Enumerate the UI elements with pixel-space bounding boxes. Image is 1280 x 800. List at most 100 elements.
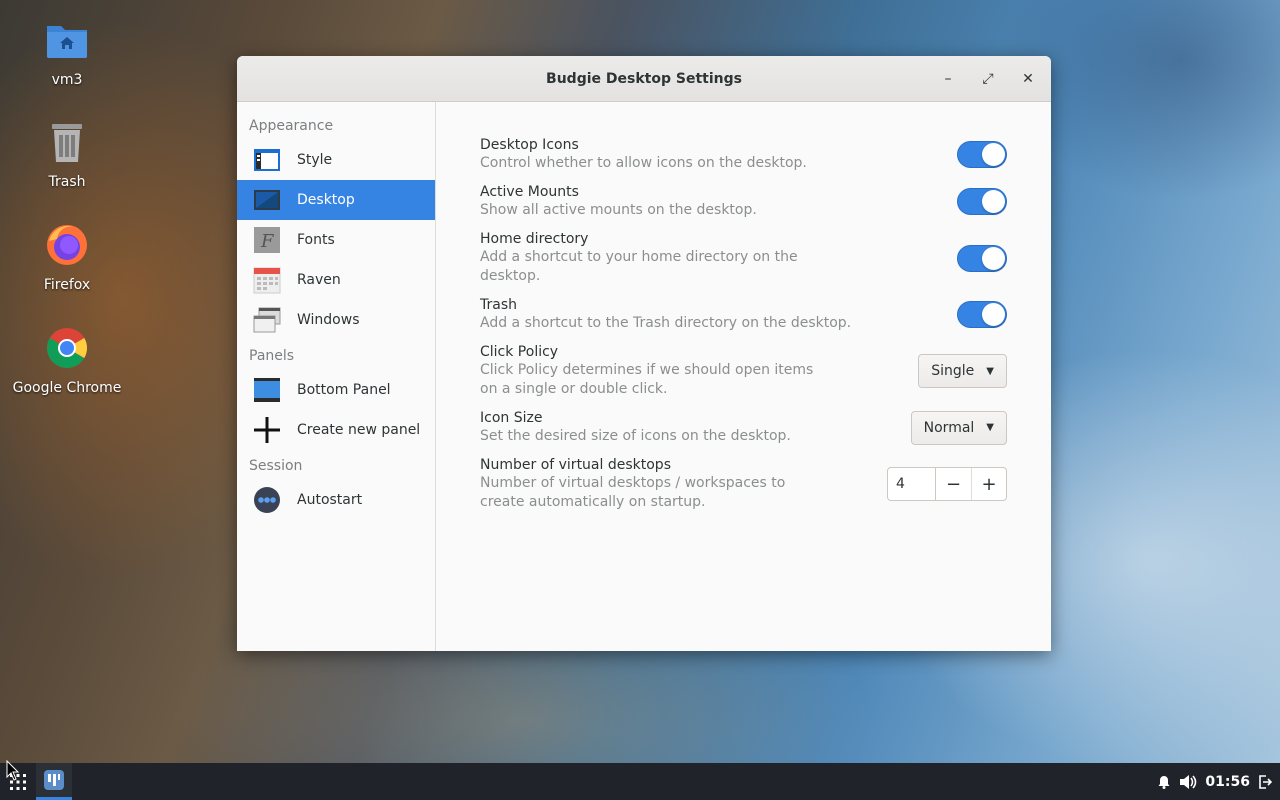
toggle-knob [982,246,1005,270]
sidebar-item-label: Create new panel [297,422,421,438]
mouse-cursor-icon [6,760,20,781]
sidebar-item-label: Raven [297,272,341,288]
minimize-icon: – [944,71,952,87]
setting-row-click-policy: Click Policy Click Policy determines if … [480,343,1007,399]
sidebar-item-label: Windows [297,312,360,328]
maximize-icon: ⤢ [982,71,994,87]
settings-content: Desktop Icons Control whether to allow i… [436,102,1051,651]
setting-description: Control whether to allow icons on the de… [480,155,807,171]
setting-row-trash: Trash Add a shortcut to the Trash direct… [480,296,1007,333]
toggle-knob [982,143,1005,166]
setting-title: Home directory [480,231,589,247]
sidebar-item-create-new-panel[interactable]: Create new panel [237,410,435,450]
virtual-desktops-input[interactable]: 4 [888,468,936,500]
setting-description: Set the desired size of icons on the des… [480,428,791,444]
volume-icon[interactable] [1179,774,1197,790]
sidebar-item-raven[interactable]: Raven [237,260,435,300]
fonts-icon: F [252,225,282,255]
desktop-icons-toggle[interactable] [957,141,1007,168]
increment-button[interactable]: + [971,468,1006,500]
sidebar-item-desktop[interactable]: Desktop [237,180,435,220]
setting-description: Add a shortcut to the Trash directory on… [480,315,852,331]
active-mounts-toggle[interactable] [957,188,1007,215]
chrome-icon [47,328,87,368]
bottom-panel: 01:56 [0,763,1280,800]
windows-icon [252,305,282,335]
setting-title: Active Mounts [480,184,579,200]
setting-title: Desktop Icons [480,137,579,153]
settings-app-icon [44,770,64,790]
add-icon [252,415,282,445]
window-titlebar[interactable]: Budgie Desktop Settings – ⤢ ✕ [237,56,1051,102]
desktop-icon-chrome[interactable]: Google Chrome [7,324,127,396]
sidebar-item-label: Desktop [297,192,355,208]
taskbar-item-settings[interactable] [36,763,72,800]
setting-row-active-mounts: Active Mounts Show all active mounts on … [480,183,1007,220]
section-header-appearance: Appearance [249,118,334,134]
sidebar-item-style[interactable]: Style [237,140,435,180]
toggle-knob [982,190,1005,213]
minimize-button[interactable]: – [933,64,963,94]
autostart-icon [252,485,282,515]
minus-icon: − [945,473,962,495]
setting-row-desktop-icons: Desktop Icons Control whether to allow i… [480,136,1007,173]
system-tray: 01:56 [1157,774,1280,790]
desktop-icon-label: Trash [48,174,86,190]
close-icon: ✕ [1022,71,1034,87]
dropdown-value: Single [931,363,975,379]
close-button[interactable]: ✕ [1013,64,1043,94]
setting-title: Trash [480,297,517,313]
setting-title: Icon Size [480,410,543,426]
desktop-icon-label: Google Chrome [12,380,122,396]
plus-icon: + [981,473,997,495]
desktop-icon-label: vm3 [51,72,83,88]
calendar-icon [252,265,282,295]
window-title: Budgie Desktop Settings [546,70,742,87]
sidebar-item-bottom-panel[interactable]: Bottom Panel [237,370,435,410]
window-controls: – ⤢ ✕ [933,64,1043,94]
chevron-down-icon: ▼ [986,422,994,433]
setting-row-virtual-desktops: Number of virtual desktops Number of vir… [480,456,1007,512]
firefox-icon [47,225,87,265]
svg-text:F: F [260,231,275,252]
settings-window: Budgie Desktop Settings – ⤢ ✕ Appearance… [237,56,1051,651]
settings-sidebar: Appearance Style Desktop F Fonts Raven W… [237,102,436,651]
desktop-icon-label: Firefox [43,277,91,293]
clock[interactable]: 01:56 [1205,774,1250,790]
setting-title: Click Policy [480,344,559,360]
virtual-desktops-spinbutton: 4 − + [887,467,1007,501]
setting-row-icon-size: Icon Size Set the desired size of icons … [480,409,1007,446]
sidebar-item-autostart[interactable]: Autostart [237,480,435,520]
chevron-down-icon: ▼ [986,365,994,377]
sidebar-item-label: Style [297,152,333,168]
home-folder-icon [47,26,87,58]
sidebar-item-label: Fonts [297,232,335,248]
trash-toggle[interactable] [957,301,1007,328]
notification-bell-icon[interactable] [1157,775,1171,789]
desktop-icon-firefox[interactable]: Firefox [7,221,127,293]
style-icon [252,145,282,175]
section-header-panels: Panels [249,348,295,364]
click-policy-dropdown[interactable]: Single ▼ [918,354,1007,388]
setting-description: Click Policy determines if we should ope… [480,362,814,397]
desktop-icon-trash[interactable]: Trash [7,118,127,190]
logout-icon[interactable] [1258,774,1272,790]
sidebar-item-label: Autostart [297,492,363,508]
sidebar-item-fonts[interactable]: F Fonts [237,220,435,260]
sidebar-item-label: Bottom Panel [297,382,391,398]
icon-size-dropdown[interactable]: Normal ▼ [910,410,1007,445]
sidebar-item-windows[interactable]: Windows [237,300,435,340]
desktop-icon-vm3[interactable]: vm3 [7,16,127,88]
setting-description: Add a shortcut to your home directory on… [480,249,798,284]
maximize-button[interactable]: ⤢ [973,64,1003,94]
dropdown-value: Normal [923,419,975,436]
setting-title: Number of virtual desktops [480,457,671,473]
panel-icon [252,375,282,405]
home-directory-toggle[interactable] [957,244,1007,272]
toggle-knob [982,303,1005,326]
setting-row-home-directory: Home directory Add a shortcut to your ho… [480,230,1007,286]
decrement-button[interactable]: − [936,468,971,500]
trash-icon [52,124,82,162]
section-header-session: Session [249,458,303,474]
setting-description: Show all active mounts on the desktop. [480,202,757,218]
